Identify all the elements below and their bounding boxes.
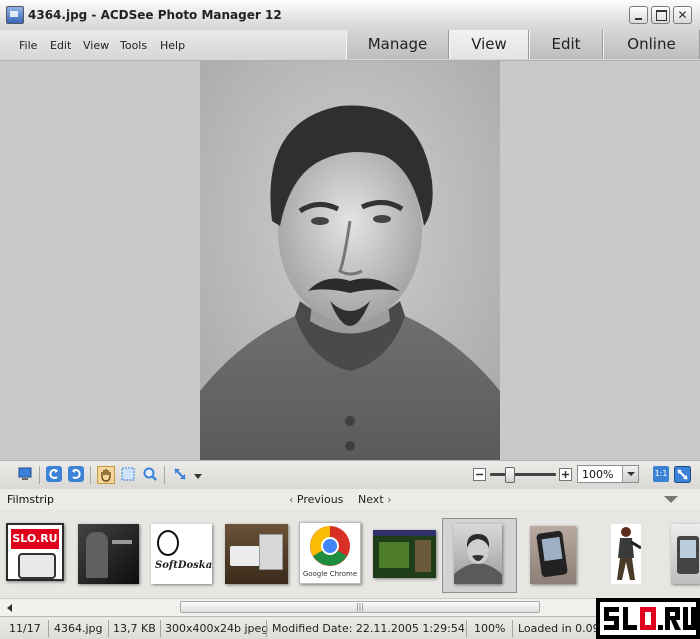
zoom-slider-handle[interactable]: [505, 467, 515, 483]
resize-dropdown-icon[interactable]: [194, 474, 202, 480]
zoom-select[interactable]: 100%: [577, 465, 639, 483]
window-titlebar-shape: [373, 530, 436, 536]
chevron-right-icon: ›: [383, 493, 392, 506]
monitor-icon[interactable]: [17, 466, 33, 482]
next-label: Next: [358, 493, 384, 506]
scrollbar-thumb[interactable]: |||: [180, 601, 540, 613]
toolbar-separator: [164, 466, 165, 484]
thumbnail-label: SoftDoska: [155, 560, 212, 571]
minimize-button[interactable]: [629, 6, 648, 24]
collapse-filmstrip-icon[interactable]: [664, 496, 678, 503]
zoom-slider-track[interactable]: [490, 473, 556, 476]
status-separator: [266, 620, 267, 637]
zoom-out-icon[interactable]: [473, 468, 486, 481]
acdsee-window: 4364.jpg - ACDSee Photo Manager 12 ✕ Fil…: [0, 0, 700, 639]
thumbnail-1[interactable]: SLO.RU: [6, 523, 64, 581]
menu-help[interactable]: Help: [160, 39, 185, 52]
chevron-down-icon[interactable]: [622, 466, 638, 482]
filmstrip-label: Filmstrip: [7, 493, 54, 506]
thumbnail-3[interactable]: SoftDoska: [151, 524, 212, 584]
filmstrip-header: Filmstrip ‹ Previous Next ›: [0, 489, 700, 510]
resize-icon[interactable]: [172, 466, 188, 482]
thumbnail-2[interactable]: [78, 524, 139, 584]
app-icon: [6, 6, 24, 24]
status-position: 11/17: [9, 622, 41, 635]
menu-view[interactable]: View: [83, 39, 109, 52]
tab-online[interactable]: Online: [603, 30, 700, 59]
close-button[interactable]: ✕: [673, 6, 692, 24]
phone-screen-shape: [541, 536, 563, 562]
logo-wordmark: [596, 598, 700, 639]
next-button[interactable]: Next ›: [358, 493, 392, 506]
thumbnail-10[interactable]: [671, 524, 700, 584]
soldier-figure: [617, 527, 641, 580]
portrait-mini: [454, 534, 502, 584]
tab-manage[interactable]: Manage: [346, 30, 449, 59]
window-title: 4364.jpg - ACDSee Photo Manager 12: [28, 8, 282, 22]
hand-tool-icon[interactable]: [97, 466, 115, 484]
menu-edit[interactable]: Edit: [50, 39, 71, 52]
status-separator: [160, 620, 161, 637]
image-viewer[interactable]: [0, 61, 700, 460]
status-file-size: 13,7 KB: [113, 622, 156, 635]
status-separator: [48, 620, 49, 637]
tab-view[interactable]: View: [449, 30, 529, 59]
status-separator: [108, 620, 109, 637]
thumbnail-5[interactable]: Google Chrome: [299, 522, 361, 584]
thumbnail-label: Google Chrome: [302, 570, 358, 578]
device-screen-shape: [680, 540, 696, 558]
thumbnail-6[interactable]: [373, 530, 436, 578]
face-icon: [157, 530, 179, 556]
thumbnail-9[interactable]: [611, 524, 641, 584]
viewer-toolbar: 100% 1:1: [0, 460, 700, 490]
chrome-icon: [310, 526, 350, 566]
tab-edit[interactable]: Edit: [529, 30, 603, 59]
panel-shape: [415, 540, 431, 572]
close-icon: ✕: [677, 8, 688, 22]
status-separator: [466, 620, 467, 637]
toolbar-separator: [90, 466, 91, 484]
actual-size-button[interactable]: 1:1: [653, 466, 669, 482]
rotate-right-icon[interactable]: [68, 466, 84, 482]
floppy-icon: [18, 553, 56, 579]
maximize-button[interactable]: [651, 6, 670, 24]
rotate-left-icon[interactable]: [46, 466, 62, 482]
thumbnail-4[interactable]: [225, 524, 288, 584]
thumbnail-label: SLO.RU: [11, 529, 59, 549]
status-modified-date: Modified Date: 22.11.2005 1:29:54: [272, 622, 465, 635]
select-tool-icon[interactable]: [120, 466, 136, 482]
map-shape: [379, 542, 409, 568]
previous-label: Previous: [296, 493, 344, 506]
status-filename: 4364.jpg: [54, 622, 103, 635]
slo-ru-logo: [596, 598, 700, 639]
scroll-left-icon[interactable]: [3, 601, 17, 614]
zoom-tool-icon[interactable]: [142, 466, 158, 482]
filmstrip-scrollbar[interactable]: |||: [0, 598, 700, 616]
thumbnail-8[interactable]: [530, 526, 576, 584]
status-bar: 11/17 4364.jpg 13,7 KB 300x400x24b jpeg …: [0, 616, 700, 639]
menu-file[interactable]: File: [19, 39, 37, 52]
filmstrip: SLO.RU SoftDoska Google Chrome: [0, 510, 700, 598]
menu-tools[interactable]: Tools: [120, 39, 147, 52]
status-dimensions: 300x400x24b jpeg: [165, 622, 269, 635]
box-shape: [259, 534, 283, 570]
status-separator: [512, 620, 513, 637]
title-bar[interactable]: 4364.jpg - ACDSee Photo Manager 12 ✕: [0, 0, 700, 31]
zoom-in-icon[interactable]: [559, 468, 572, 481]
status-zoom: 100%: [474, 622, 506, 635]
text-line: [112, 540, 132, 544]
menu-bar: File Edit View Tools Help Manage View Ed…: [0, 30, 700, 61]
chevron-left-icon: ‹: [289, 493, 297, 506]
thumbnail-7[interactable]: [454, 524, 502, 584]
toolbar-separator: [39, 466, 40, 484]
zoom-value: 100%: [582, 468, 614, 481]
figure-shape: [86, 532, 108, 578]
fit-to-window-icon[interactable]: [674, 466, 691, 483]
portrait-photo: [200, 61, 500, 460]
previous-button[interactable]: ‹ Previous: [289, 493, 343, 506]
